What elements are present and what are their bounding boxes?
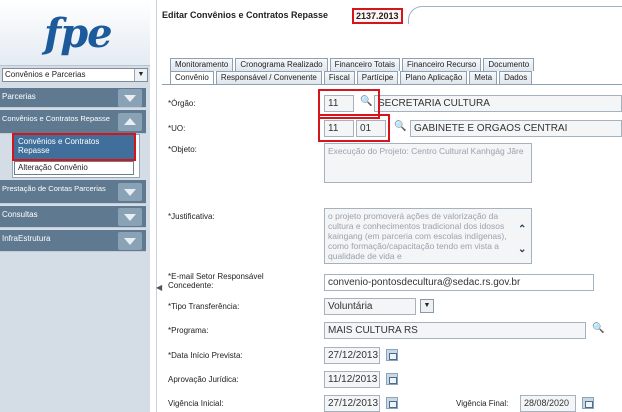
expand-handle[interactable]: ◀ — [156, 283, 162, 292]
sidebar-item-label: InfraEstrutura — [2, 234, 51, 243]
page-title: Editar Convênios e Contratos Repasse — [162, 10, 329, 20]
module-select[interactable]: Convênios e Parcerias ▼ — [2, 68, 148, 82]
data-inicio-label: *Data Início Prevista: — [168, 351, 243, 360]
sidebar-item-label: Prestação de Contas Parcerias — [2, 184, 106, 193]
submenu-item-convenios-repasse[interactable]: Convênios e Contratos Repasse — [12, 133, 136, 161]
sidebar-item-parcerias[interactable]: Parcerias — [0, 88, 146, 108]
data-inicio-input[interactable]: 27/12/2013 — [324, 347, 380, 364]
header-decoration — [408, 6, 622, 24]
tab-documento[interactable]: Documento — [483, 58, 535, 71]
sidebar-item-label: Consultas — [2, 210, 38, 219]
sidebar: fpe Convênios e Parcerias ▼ Parcerias Co… — [0, 0, 150, 412]
module-select-value: Convênios e Parcerias — [5, 70, 86, 79]
highlight-box — [318, 114, 390, 142]
justificativa-textarea[interactable]: o projeto promoverá ações de valorização… — [324, 208, 532, 264]
tab-financeiro-recurso[interactable]: Financeiro Recurso — [401, 58, 482, 71]
logo-area: fpe — [0, 0, 150, 66]
email-input[interactable]: convenio-pontosdecultura@sedac.rs.gov.br — [324, 274, 594, 291]
calendar-icon[interactable] — [386, 349, 398, 361]
programa-label: *Programa: — [168, 326, 209, 335]
uo-name-input: GABINETE E ORGAOS CENTRAI — [410, 120, 622, 137]
tab-cronograma-realizado[interactable]: Cronograma Realizado — [235, 58, 328, 71]
submenu-item-alteracao[interactable]: Alteração Convênio — [18, 163, 88, 172]
vigencia-inicial-label: Vigência Inicial: — [168, 399, 224, 408]
fpe-logo: fpe — [44, 10, 113, 57]
vigencia-final-input[interactable]: 28/08/2020 — [520, 395, 576, 412]
tab-meta[interactable]: Meta — [469, 71, 498, 84]
scroll-up-icon[interactable]: ⌃ — [518, 224, 526, 235]
chevron-down-icon[interactable] — [118, 231, 142, 250]
tab-convenio[interactable]: Convênio — [170, 71, 214, 84]
search-icon[interactable]: 🔍 — [394, 121, 407, 134]
tab-dados[interactable]: Dados — [499, 71, 533, 84]
tab-participe[interactable]: Partícipe — [356, 71, 399, 84]
email-label: *E-mail Setor Responsável Concedente: — [168, 272, 264, 290]
chevron-down-icon[interactable] — [118, 182, 142, 201]
tipo-transferencia-label: *Tipo Transferência: — [168, 302, 240, 311]
aprovacao-juridica-input[interactable]: 11/12/2013 — [324, 371, 380, 388]
chevron-down-icon[interactable]: ▼ — [134, 69, 147, 81]
sidebar-item-convenios[interactable]: Convênios e Contratos Repasse — [0, 110, 146, 134]
sidebar-item-label: Convênios e Contratos Repasse — [2, 114, 110, 123]
tab-row-top: Monitoramento Cronograma Realizado Finan… — [170, 58, 536, 71]
uo-label: *UO: — [168, 124, 186, 133]
record-id: 2137.2013 — [352, 8, 403, 24]
sidebar-item-consultas[interactable]: Consultas — [0, 206, 146, 228]
orgao-label: *Órgão: — [168, 99, 196, 108]
page-header: Editar Convênios e Contratos Repasse 213… — [158, 0, 622, 60]
divider — [156, 0, 157, 412]
tab-responsavel[interactable]: Responsável / Convenente — [215, 71, 322, 84]
objeto-textarea[interactable]: Execução do Projeto: Centro Cultural Kan… — [324, 143, 532, 183]
search-icon[interactable]: 🔍 — [592, 323, 605, 336]
tab-row-bottom: Convênio Responsável / Convenente Fiscal… — [170, 71, 534, 84]
tab-plano-aplicacao[interactable]: Plano Aplicação — [400, 71, 468, 84]
chevron-down-icon[interactable] — [118, 207, 142, 226]
calendar-icon[interactable] — [582, 397, 594, 409]
programa-input[interactable]: MAIS CULTURA RS — [324, 322, 586, 339]
calendar-icon[interactable] — [386, 397, 398, 409]
tab-fiscal[interactable]: Fiscal — [323, 71, 355, 84]
chevron-up-icon[interactable] — [118, 112, 142, 131]
chevron-down-icon[interactable] — [118, 88, 142, 107]
chevron-down-icon[interactable]: ▼ — [420, 299, 434, 313]
objeto-label: *Objeto: — [168, 145, 197, 154]
sidebar-item-infraestrutura[interactable]: InfraEstrutura — [0, 230, 146, 252]
vigencia-final-label: Vigência Final: — [456, 399, 509, 408]
tab-financeiro-totais[interactable]: Financeiro Totais — [329, 58, 400, 71]
tipo-transferencia-select[interactable]: Voluntária — [324, 298, 416, 315]
sidebar-item-label: Parcerias — [2, 92, 36, 101]
scroll-down-icon[interactable]: ⌄ — [518, 244, 526, 255]
vigencia-inicial-input[interactable]: 27/12/2013 — [324, 395, 380, 412]
orgao-name-input: SECRETARIA CULTURA — [374, 95, 622, 112]
tab-monitoramento[interactable]: Monitoramento — [170, 58, 234, 71]
sidebar-item-prestacao[interactable]: Prestação de Contas Parcerias — [0, 180, 146, 204]
aprovacao-juridica-label: Aprovação Jurídica: — [168, 375, 239, 384]
justificativa-label: *Justificativa: — [168, 212, 215, 221]
calendar-icon[interactable] — [386, 373, 398, 385]
